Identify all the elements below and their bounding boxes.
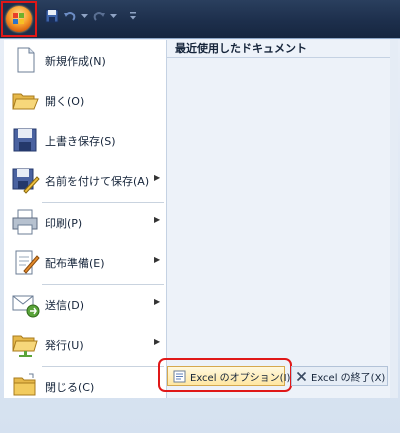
submenu-arrow-icon: ▶ xyxy=(154,173,161,182)
redo-dropdown-icon[interactable] xyxy=(109,8,118,24)
exit-excel-label: Excel の終了(X) xyxy=(311,372,386,384)
menu-item-send[interactable]: 送信(D) ▶ xyxy=(4,286,166,322)
menu-item-label: 印刷(P) xyxy=(45,217,83,230)
exit-excel-button[interactable]: Excel の終了(X) xyxy=(291,366,388,386)
recent-documents-header: 最近使用したドキュメント xyxy=(167,40,394,58)
menu-item-label: 新規作成(N) xyxy=(45,55,106,68)
office-button[interactable] xyxy=(6,6,32,32)
menu-separator xyxy=(42,284,164,285)
menu-item-close[interactable]: 閉じる(C) xyxy=(4,368,166,404)
menu-item-publish[interactable]: 発行(U) ▶ xyxy=(4,326,166,362)
menu-item-open[interactable]: 開く(O) xyxy=(4,82,166,118)
menu-item-save-as[interactable]: 名前を付けて保存(A) ▶ xyxy=(4,162,166,198)
office-logo-icon xyxy=(13,13,24,24)
submenu-arrow-icon: ▶ xyxy=(154,255,161,264)
undo-icon[interactable] xyxy=(62,8,78,24)
submenu-arrow-icon: ▶ xyxy=(154,215,161,224)
menu-scrollbar[interactable] xyxy=(390,40,398,398)
menu-item-label: 発行(U) xyxy=(45,339,84,352)
menu-item-label: 上書き保存(S) xyxy=(45,135,116,148)
title-bar xyxy=(0,0,400,38)
excel-options-button[interactable]: Excel のオプション(I) xyxy=(167,366,290,386)
menu-separator xyxy=(42,202,164,203)
menu-item-label: 配布準備(E) xyxy=(45,257,105,270)
quick-access-toolbar xyxy=(44,6,137,26)
menu-item-prepare[interactable]: 配布準備(E) ▶ xyxy=(4,244,166,280)
new-document-icon xyxy=(10,45,40,75)
menu-item-save[interactable]: 上書き保存(S) xyxy=(4,122,166,158)
menu-item-label: 名前を付けて保存(A) xyxy=(45,175,150,188)
submenu-arrow-icon: ▶ xyxy=(154,337,161,346)
save-disk-icon xyxy=(10,125,40,155)
send-icon xyxy=(10,289,40,319)
open-folder-icon xyxy=(10,85,40,115)
menu-item-print[interactable]: 印刷(P) ▶ xyxy=(4,204,166,240)
close-folder-icon xyxy=(10,371,40,401)
office-button-highlight xyxy=(1,1,37,37)
recent-documents-pane: 最近使用したドキュメント xyxy=(167,40,394,398)
undo-dropdown-icon[interactable] xyxy=(80,8,89,24)
save-icon[interactable] xyxy=(44,8,60,24)
menu-separator xyxy=(42,366,164,367)
close-icon xyxy=(296,371,307,382)
printer-icon xyxy=(10,207,40,237)
menu-commands-pane: 新規作成(N) 開く(O) 上書き保存(S) 名前を付けて保存(A) ▶ 印刷(… xyxy=(4,40,167,398)
submenu-arrow-icon: ▶ xyxy=(154,297,161,306)
publish-icon xyxy=(10,329,40,359)
menu-item-label: 送信(D) xyxy=(45,299,85,312)
redo-icon[interactable] xyxy=(91,8,107,24)
prepare-icon xyxy=(10,247,40,277)
save-as-icon xyxy=(10,165,40,195)
menu-item-new[interactable]: 新規作成(N) xyxy=(4,42,166,78)
customize-toolbar-icon[interactable] xyxy=(128,8,137,24)
options-icon xyxy=(173,370,186,383)
menu-item-label: 開く(O) xyxy=(45,95,85,108)
menu-item-label: 閉じる(C) xyxy=(45,381,95,394)
excel-options-label: Excel のオプション(I) xyxy=(190,372,291,384)
